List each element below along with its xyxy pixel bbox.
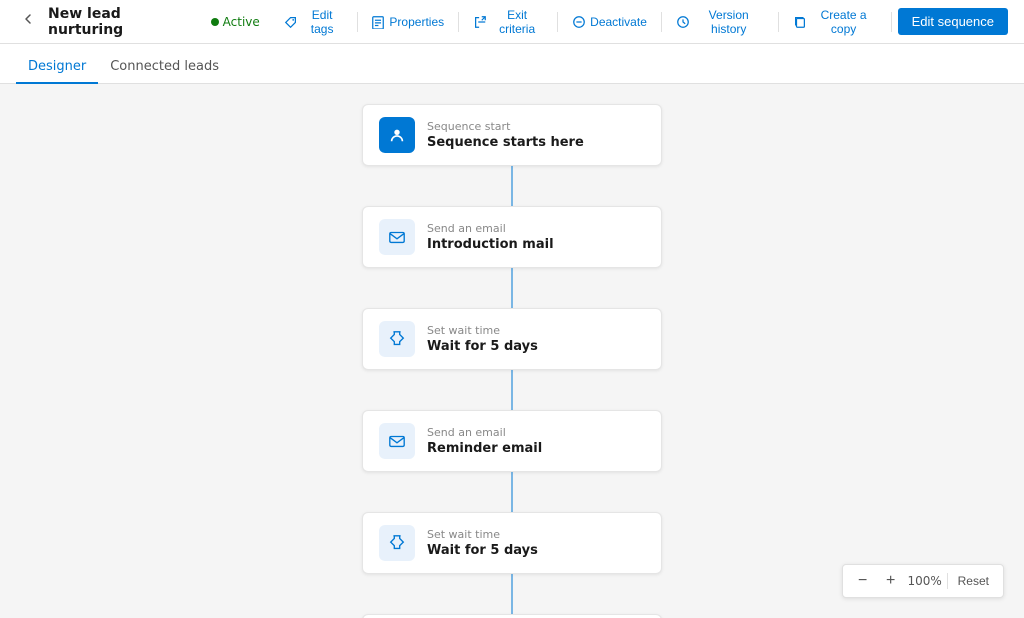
email-icon-1 — [379, 219, 415, 255]
create-copy-button[interactable]: Create a copy — [785, 4, 885, 40]
start-icon — [379, 117, 415, 153]
node-phone-call[interactable]: Make a phone call Call customer — [362, 614, 662, 618]
node-send-email-1[interactable]: Send an email Introduction mail — [362, 206, 662, 268]
node-text-email-1: Send an email Introduction mail — [427, 222, 645, 252]
node-label-wait-2: Set wait time — [427, 528, 645, 541]
wait-icon-2 — [379, 525, 415, 561]
edit-sequence-button[interactable]: Edit sequence — [898, 8, 1008, 35]
connector-4 — [511, 472, 513, 512]
sequence-flow: Sequence start Sequence starts here Send… — [0, 104, 1024, 618]
active-dot — [211, 18, 219, 26]
connector-5 — [511, 574, 513, 614]
wait-icon-1 — [379, 321, 415, 357]
node-wait-2[interactable]: Set wait time Wait for 5 days — [362, 512, 662, 574]
create-copy-label: Create a copy — [811, 8, 877, 36]
node-title-email-1: Introduction mail — [427, 237, 645, 252]
node-title-sequence-start: Sequence starts here — [427, 135, 645, 150]
top-bar-actions: Edit tags Properties Exit criteria — [276, 4, 1008, 40]
zoom-percentage: 100% — [907, 574, 943, 588]
zoom-decrease-button[interactable]: − — [851, 569, 875, 593]
node-text-wait-2: Set wait time Wait for 5 days — [427, 528, 645, 558]
node-label-email-1: Send an email — [427, 222, 645, 235]
node-label-wait-1: Set wait time — [427, 324, 645, 337]
node-label-email-2: Send an email — [427, 426, 645, 439]
node-send-email-2[interactable]: Send an email Reminder email — [362, 410, 662, 472]
zoom-controls: − + 100% Reset — [842, 564, 1004, 598]
node-title-wait-1: Wait for 5 days — [427, 339, 645, 354]
tab-connected-leads[interactable]: Connected leads — [98, 49, 231, 84]
deactivate-button[interactable]: Deactivate — [564, 11, 655, 33]
exit-criteria-label: Exit criteria — [491, 8, 543, 36]
tab-designer[interactable]: Designer — [16, 49, 98, 84]
zoom-increase-button[interactable]: + — [879, 569, 903, 593]
active-label: Active — [223, 15, 260, 29]
active-badge: Active — [211, 15, 260, 29]
connector-2 — [511, 268, 513, 308]
node-sequence-start[interactable]: Sequence start Sequence starts here — [362, 104, 662, 166]
edit-tags-label: Edit tags — [302, 8, 343, 36]
properties-label: Properties — [389, 15, 444, 29]
node-wait-1[interactable]: Set wait time Wait for 5 days — [362, 308, 662, 370]
deactivate-label: Deactivate — [590, 15, 647, 29]
node-text-email-2: Send an email Reminder email — [427, 426, 645, 456]
node-title-email-2: Reminder email — [427, 441, 645, 456]
top-bar: New lead nurturing Active Edit tags Prop… — [0, 0, 1024, 44]
version-history-label: Version history — [694, 8, 764, 36]
connector-1 — [511, 166, 513, 206]
connector-3 — [511, 370, 513, 410]
tab-bar: Designer Connected leads — [0, 44, 1024, 84]
version-history-button[interactable]: Version history — [668, 4, 772, 40]
zoom-reset-button[interactable]: Reset — [952, 572, 995, 590]
node-title-wait-2: Wait for 5 days — [427, 543, 645, 558]
node-text-wait-1: Set wait time Wait for 5 days — [427, 324, 645, 354]
zoom-divider — [947, 573, 948, 589]
app-title: New lead nurturing — [48, 6, 195, 38]
exit-criteria-button[interactable]: Exit criteria — [465, 4, 551, 40]
canvas: Sequence start Sequence starts here Send… — [0, 84, 1024, 618]
edit-tags-button[interactable]: Edit tags — [276, 4, 351, 40]
node-text-sequence-start: Sequence start Sequence starts here — [427, 120, 645, 150]
back-button[interactable] — [16, 7, 40, 36]
email-icon-2 — [379, 423, 415, 459]
properties-button[interactable]: Properties — [363, 11, 452, 33]
node-label-sequence-start: Sequence start — [427, 120, 645, 133]
